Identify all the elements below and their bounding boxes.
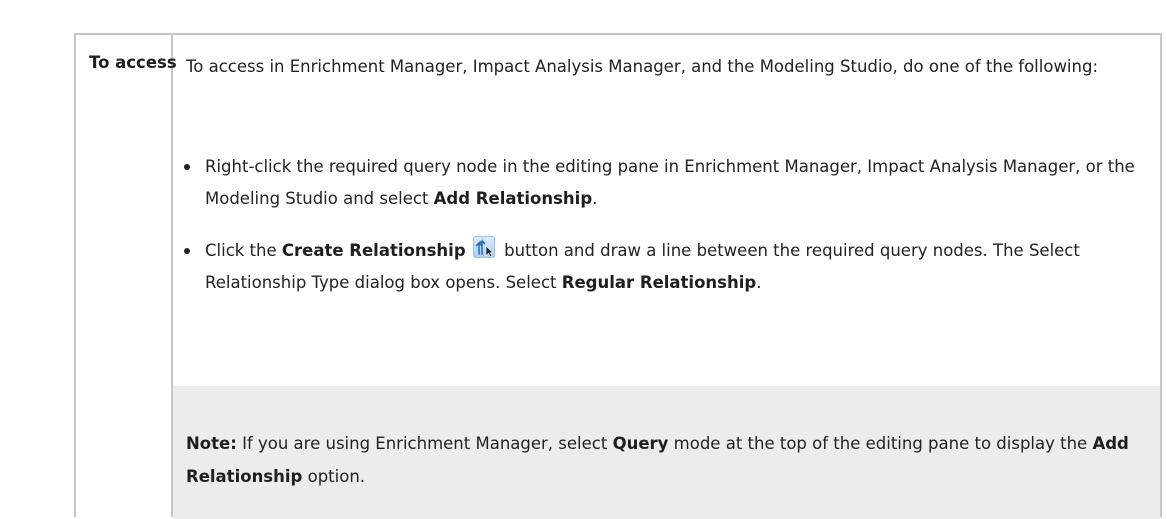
bullet-text-end: . (756, 273, 762, 292)
bullet-dot (184, 248, 190, 254)
intro-paragraph: To access in Enrichment Manager, Impact … (186, 57, 1099, 76)
bullet-text-end: . (592, 189, 598, 208)
create-relationship-icon (472, 236, 495, 258)
note-label: Note: (186, 434, 237, 453)
note-bold-1: Query (612, 434, 669, 453)
bullet-bold: Add Relationship (433, 189, 593, 208)
label-cell: To access (76, 35, 177, 517)
note-text-1: If you are using Enrichment Manager, sel… (236, 434, 613, 453)
note-box: Note: If you are using Enrichment Manage… (173, 386, 1160, 519)
bullet-dot (184, 164, 190, 170)
bullet-bold-2: Regular Relationship (561, 273, 757, 292)
note-text-3: option. (302, 467, 366, 486)
content-cell: To access in Enrichment Manager, Impact … (173, 35, 1160, 519)
access-table: To access To access in Enrichment Manage… (74, 33, 1162, 519)
list-item: Click the Create Relationship button and… (184, 235, 1155, 299)
bullet-text: Click the (205, 241, 282, 260)
note-text-2: mode at the top of the editing pane to d… (668, 434, 1093, 453)
row-label: To access (89, 53, 177, 72)
bullet-text: Right-click the required query node in t… (205, 157, 1135, 208)
bullet-bold: Create Relationship (281, 241, 466, 260)
list-item: Right-click the required query node in t… (184, 151, 1155, 215)
note-paragraph: Note: If you are using Enrichment Manage… (186, 427, 1158, 493)
